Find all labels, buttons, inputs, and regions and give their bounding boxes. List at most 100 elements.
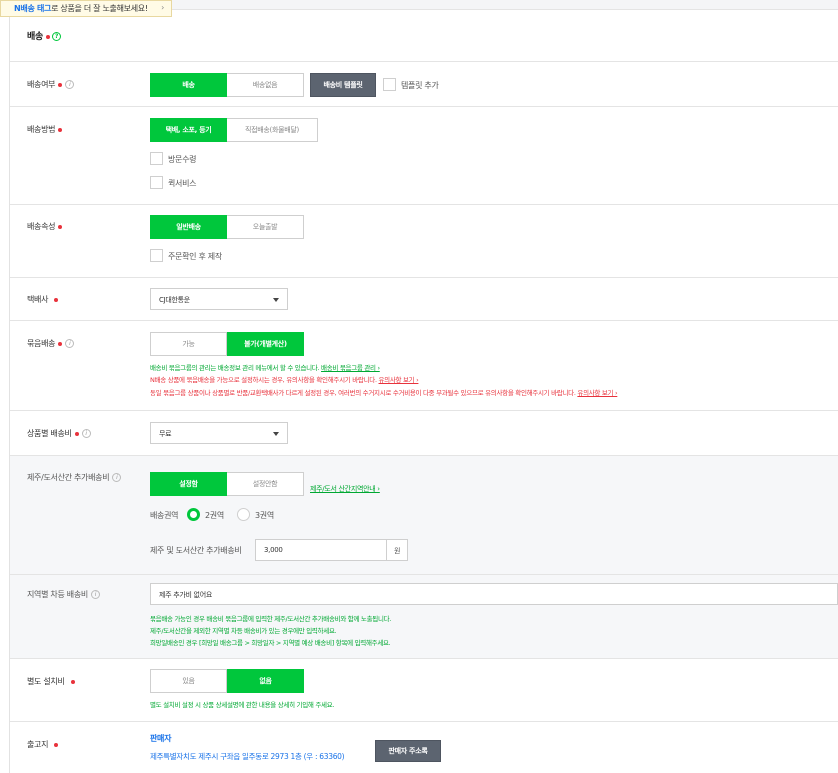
n-delivery-tooltip[interactable]: N배송 태그로 상품을 더 잘 노출해보세요! › <box>0 0 172 17</box>
label-text: 상품별 배송비 <box>27 429 72 438</box>
label-text: 배송여부 <box>27 80 56 89</box>
regional-input[interactable]: 제주 추가비 없어요 <box>150 583 838 605</box>
help-icon[interactable]: ? <box>51 32 61 41</box>
label-text: 제주/도서산간 추가배송비 <box>27 473 110 482</box>
delivery-attr-label: 배송속성 <box>27 221 63 232</box>
divider <box>10 204 838 205</box>
required-dot-icon <box>45 34 50 39</box>
tooltip-text: 로 상품을 더 잘 노출해보세요! <box>51 4 148 13</box>
install-label: 별도 설치비 <box>27 676 75 687</box>
label-text: 지역별 차등 배송비 <box>27 590 88 599</box>
area-3-label: 3권역 <box>255 511 274 520</box>
divider <box>10 410 838 411</box>
extra-fee-input[interactable]: 3,000 <box>255 539 387 561</box>
bundle-note-1: 배송비 묶음그룹의 관리는 배송정보 관리 메뉴에서 할 수 있습니다. 배송비… <box>150 362 380 374</box>
section-title-text: 배송 <box>27 32 43 42</box>
required-dot-icon <box>58 82 63 87</box>
caution-link[interactable]: 유의사항 보기 › <box>577 389 617 397</box>
divider <box>10 721 838 722</box>
regional-label: 지역별 차등 배송비 i <box>27 589 100 600</box>
attr-today-button[interactable]: 오늘출발 <box>227 215 304 239</box>
delivery-method-toggle: 택배, 소포, 등기 직접배송(화물배달) <box>150 118 318 142</box>
pickup-label: 방문수령 <box>168 155 197 164</box>
note-text: N배송 상품에 묶음배송을 가능으로 설정하시는 경우, 유의사항을 확인해주시… <box>150 376 377 384</box>
delivery-attr-toggle: 일반배송 오늘출발 <box>150 215 304 239</box>
required-dot-icon <box>54 742 59 747</box>
install-no-button[interactable]: 없음 <box>227 669 304 693</box>
required-dot-icon <box>70 679 75 684</box>
info-icon[interactable]: i <box>90 590 100 599</box>
pickup-checkbox[interactable] <box>150 152 163 165</box>
courier-label: 택배사 <box>27 294 59 305</box>
required-dot-icon <box>58 224 63 229</box>
delivery-template-button[interactable]: 배송비 템플릿 <box>310 73 376 97</box>
seller-address: 제주특별자치도 제주시 구좌읍 일주동로 2973 1층 (우 : 63360) <box>150 752 345 761</box>
made-to-order-checkbox[interactable] <box>150 249 163 262</box>
tooltip-highlight: N배송 태그 <box>14 4 52 13</box>
template-add-label: 템플릿 추가 <box>401 81 439 90</box>
method-parcel-button[interactable]: 택배, 소포, 등기 <box>150 118 227 142</box>
info-icon[interactable]: i <box>112 473 122 482</box>
caret-down-icon <box>273 432 279 436</box>
unit-text: 원 <box>394 547 401 555</box>
info-icon[interactable]: i <box>81 429 91 438</box>
divider <box>10 106 838 107</box>
area-label: 배송권역 <box>150 511 179 520</box>
bundle-toggle: 가능 불가(개별계산) <box>150 332 304 356</box>
attr-normal-button[interactable]: 일반배송 <box>150 215 227 239</box>
courier-select-value: CJ대한통운 <box>159 296 190 304</box>
quick-service-label: 퀵서비스 <box>168 179 197 188</box>
divider <box>10 574 838 575</box>
template-add-checkbox[interactable] <box>383 78 396 91</box>
label-text: 배송방법 <box>27 125 56 134</box>
regional-note-1: 묶음배송 가능인 경우 배송비 묶음그룹에 입력한 제주/도서산간 추가배송비와… <box>150 615 392 623</box>
bundle-note-3: 동일 묶음그룹 상품이나 상품별로 반품/교환택배사가 다르게 설정된 경우, … <box>150 387 618 399</box>
jeju-unset-button[interactable]: 설정안함 <box>227 472 304 496</box>
area-3-radio[interactable] <box>237 508 250 521</box>
bundle-note-2: N배송 상품에 묶음배송을 가능으로 설정하시는 경우, 유의사항을 확인해주시… <box>150 374 419 386</box>
section-title: 배송? <box>27 29 61 42</box>
chevron-right-icon[interactable]: › <box>161 3 164 12</box>
regional-note-3: 희망일배송인 경우 [희망일 배송그룹 > 희망일자 > 지역별 예상 배송비]… <box>150 639 391 647</box>
regional-note-2: 제주/도서산간을 제외한 지역별 차등 배송비가 있는 경우에만 입력하세요. <box>150 627 337 635</box>
delivery-yes-button[interactable]: 배송 <box>150 73 227 97</box>
bundle-no-button[interactable]: 불가(개별계산) <box>227 332 304 356</box>
install-yes-button[interactable]: 있음 <box>150 669 227 693</box>
jeju-label: 제주/도서산간 추가배송비 i <box>27 472 122 483</box>
jeju-guide-link[interactable]: 제주/도서 산간지역안내 › <box>310 484 380 494</box>
label-text: 택배사 <box>27 295 49 304</box>
regional-input-value: 제주 추가비 없어요 <box>159 591 212 599</box>
label-text: 묶음배송 <box>27 339 56 348</box>
install-note: 별도 설치비 설정 시 상품 상세설명에 관한 내용을 상세히 기입해 주세요. <box>150 701 335 709</box>
seller-address-book-button[interactable]: 판매자 주소록 <box>375 740 441 762</box>
fee-label: 상품별 배송비 i <box>27 428 91 439</box>
extra-fee-unit: 원 <box>386 539 408 561</box>
seller-title: 판매자 <box>150 734 172 743</box>
delivery-enabled-toggle: 배송 배송없음 <box>150 73 304 97</box>
area-2-label: 2권역 <box>205 511 224 520</box>
fee-select-value: 무료 <box>159 430 172 438</box>
jeju-set-button[interactable]: 설정함 <box>150 472 227 496</box>
required-dot-icon <box>58 127 63 132</box>
area-2-radio[interactable] <box>187 508 200 521</box>
bundle-yes-button[interactable]: 가능 <box>150 332 227 356</box>
bundle-group-link[interactable]: 배송비 묶음그룹 관리 › <box>321 364 380 372</box>
fee-select[interactable]: 무료 <box>150 422 288 444</box>
method-direct-button[interactable]: 직접배송(화물배달) <box>227 118 318 142</box>
caret-down-icon <box>273 298 279 302</box>
courier-select[interactable]: CJ대한통운 <box>150 288 288 310</box>
caution-link[interactable]: 유의사항 보기 › <box>379 376 419 384</box>
jeju-toggle: 설정함 설정안함 <box>150 472 304 496</box>
info-icon[interactable]: i <box>65 80 75 89</box>
delivery-no-button[interactable]: 배송없음 <box>227 73 304 97</box>
label-text: 배송속성 <box>27 222 56 231</box>
note-text: 배송비 묶음그룹의 관리는 배송정보 관리 메뉴에서 할 수 있습니다. <box>150 364 320 372</box>
extra-fee-value: 3,000 <box>264 546 283 554</box>
quick-service-checkbox[interactable] <box>150 176 163 189</box>
extra-fee-label: 제주 및 도서산간 추가배송비 <box>150 546 242 555</box>
made-to-order-label: 주문확인 후 제작 <box>168 252 222 261</box>
info-icon[interactable]: i <box>65 339 75 348</box>
note-text: 동일 묶음그룹 상품이나 상품별로 반품/교환택배사가 다르게 설정된 경우, … <box>150 389 576 397</box>
required-dot-icon <box>74 431 79 436</box>
divider <box>10 320 838 321</box>
